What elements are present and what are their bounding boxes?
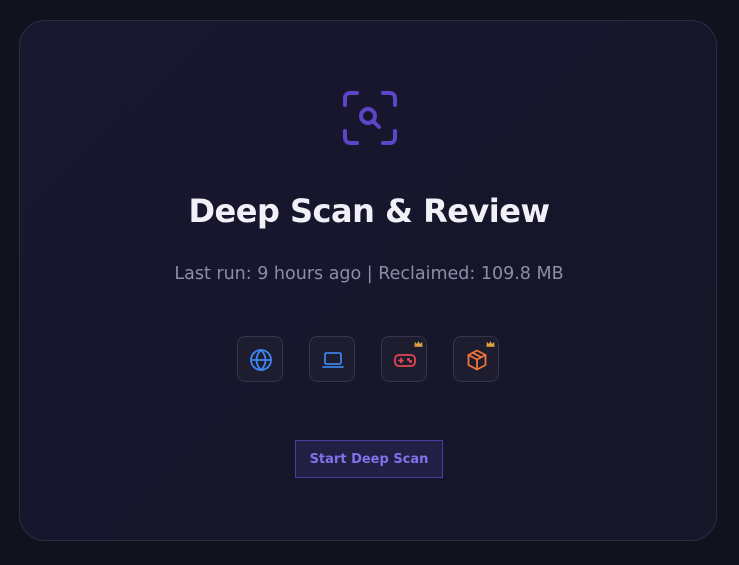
category-games-button[interactable]: [381, 336, 427, 382]
crown-icon: [486, 341, 495, 347]
globe-icon: [250, 349, 272, 371]
gamepad-icon: [394, 354, 416, 367]
box-icon: [467, 349, 487, 371]
category-system-button[interactable]: [309, 336, 355, 382]
last-run-status: Last run: 9 hours ago | Reclaimed: 109.8…: [174, 264, 564, 284]
laptop-icon: [322, 352, 344, 368]
category-apps-button[interactable]: [453, 336, 499, 382]
crown-icon: [414, 341, 423, 347]
scan-search-icon: [343, 91, 397, 145]
deep-scan-card: Deep Scan & Review Last run: 9 hours ago…: [19, 20, 717, 541]
start-deep-scan-button[interactable]: Start Deep Scan: [295, 440, 443, 478]
category-web-button[interactable]: [237, 336, 283, 382]
page-title: Deep Scan & Review: [188, 192, 550, 230]
